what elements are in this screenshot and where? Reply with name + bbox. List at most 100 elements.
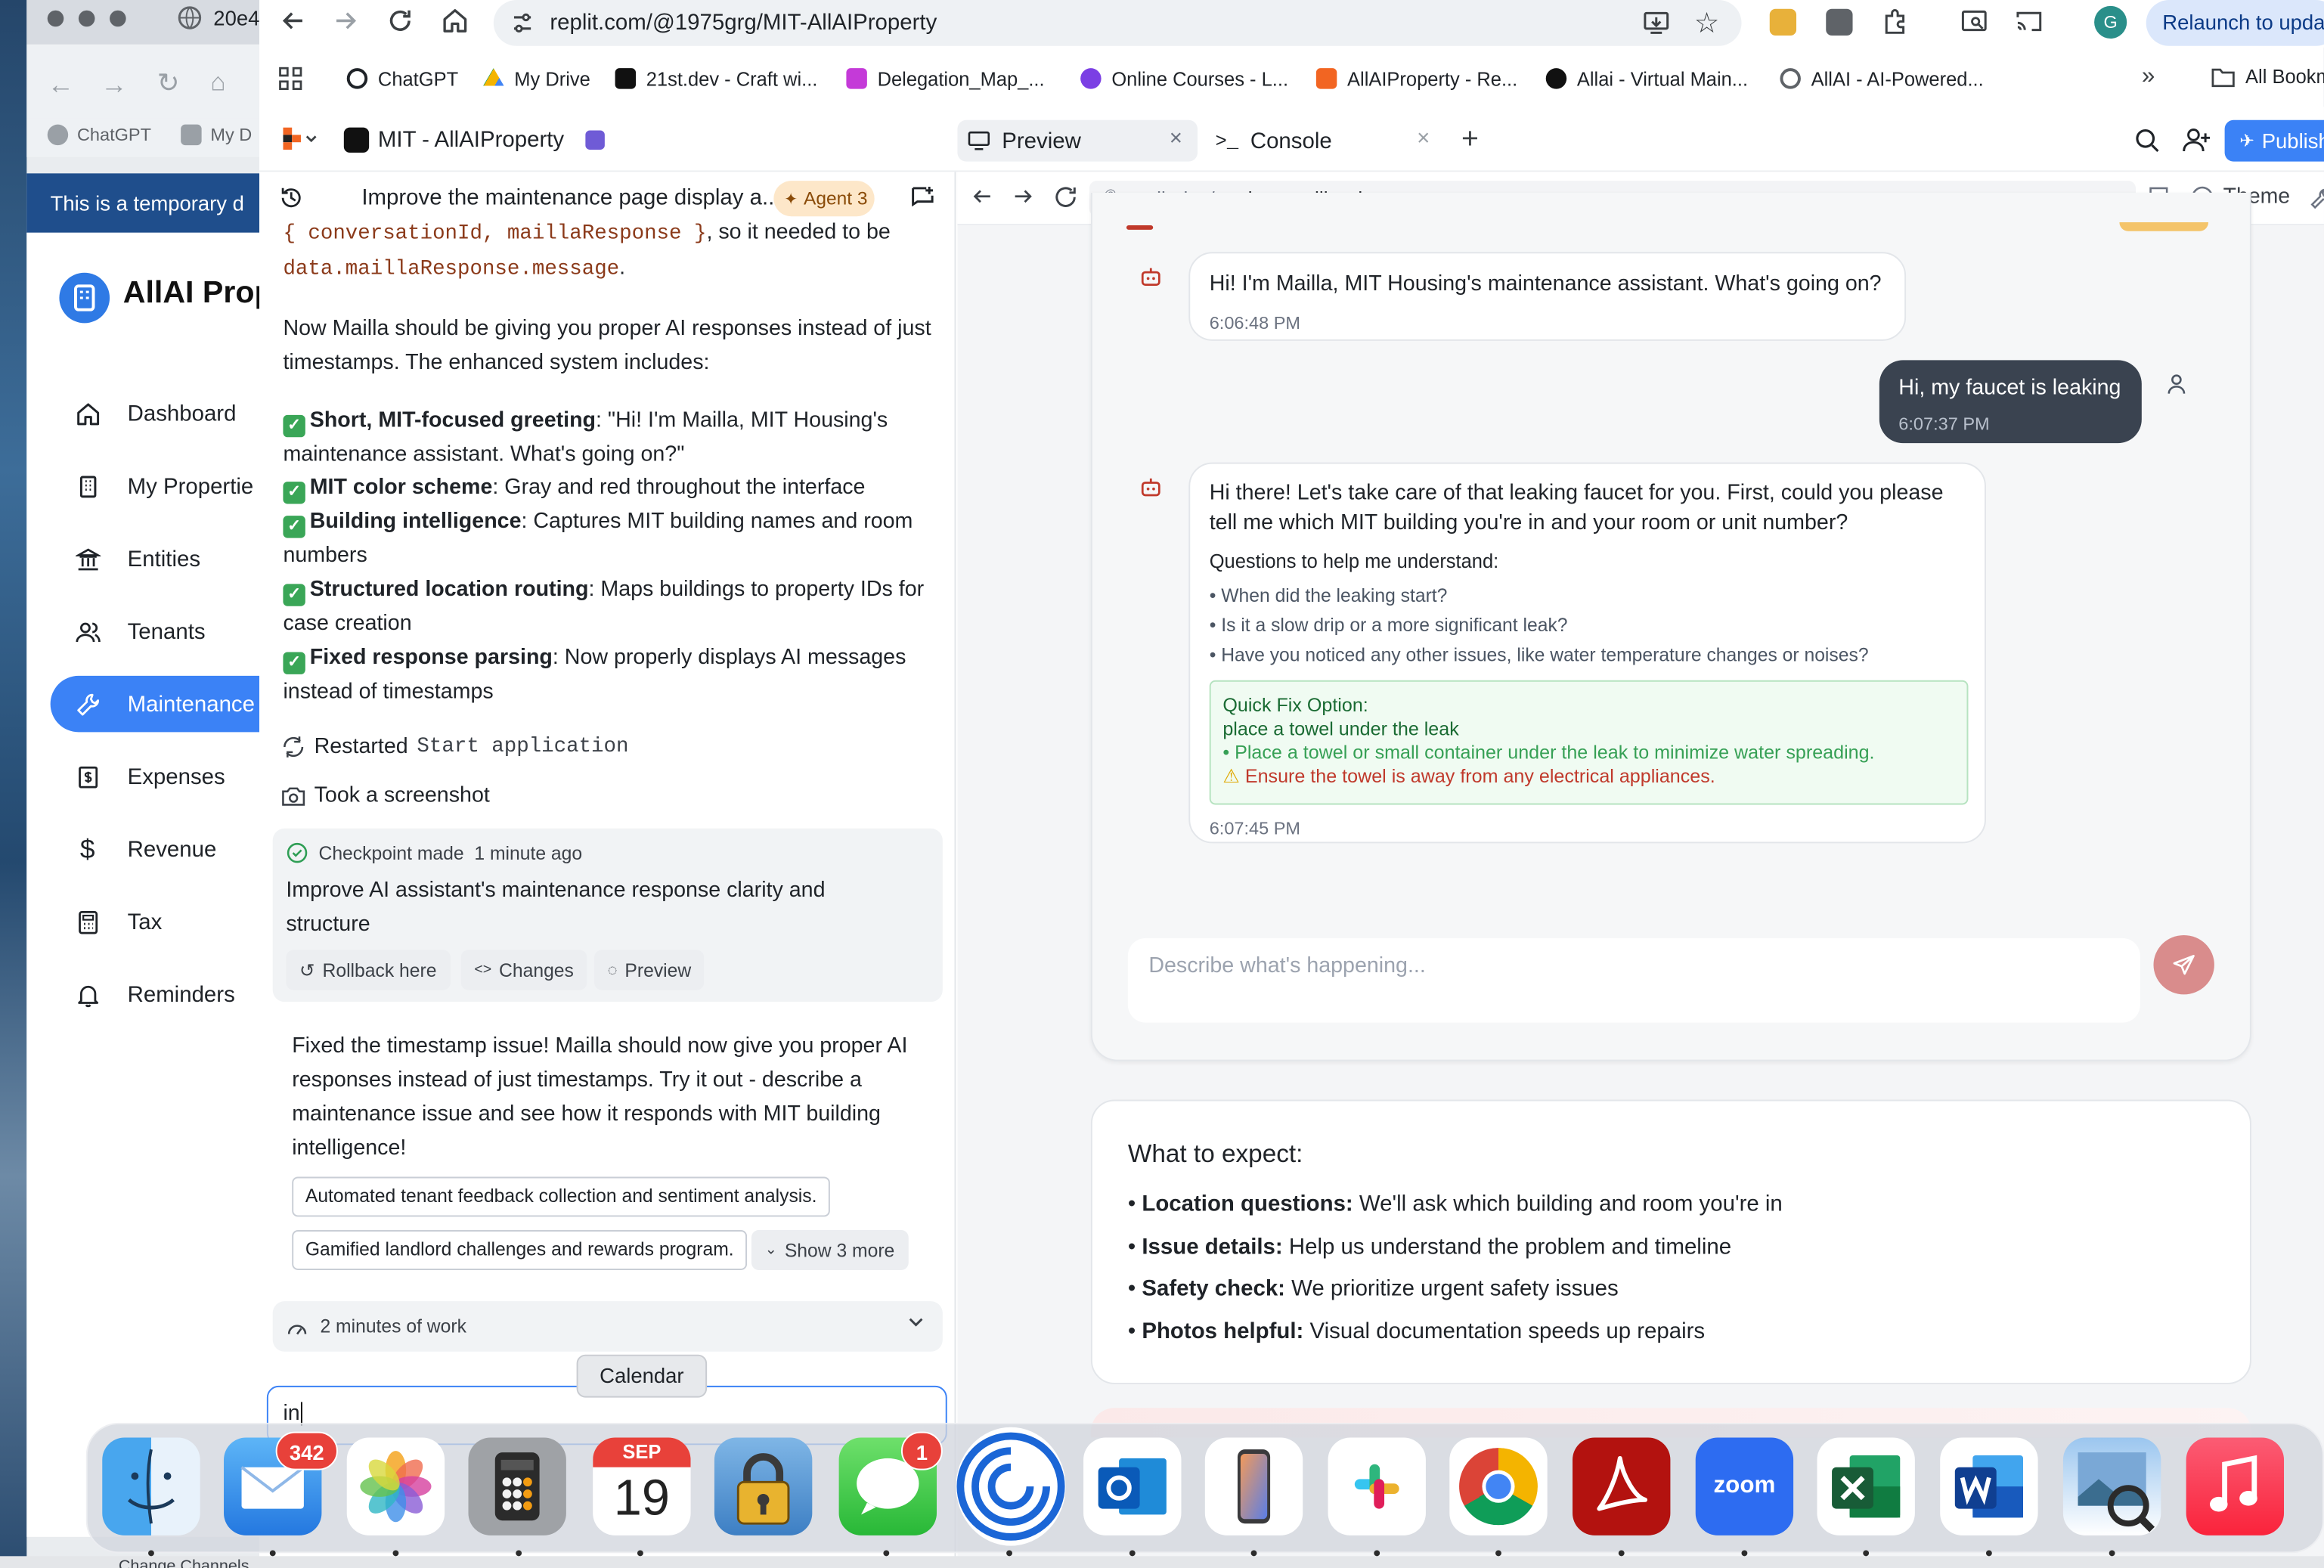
finder-icon[interactable] — [102, 1437, 200, 1535]
bg-bookmark-chatgpt[interactable]: ChatGPT — [47, 124, 151, 146]
bookmark-chatgpt[interactable]: ChatGPT — [346, 67, 458, 90]
warning-icon: ⚠ — [1222, 764, 1240, 787]
bg-home-icon[interactable]: ⌂ — [210, 68, 225, 98]
bookmark-online-courses[interactable]: Online Courses - L... — [1080, 67, 1288, 90]
chat-code-line-2: data.maillaResponse.message. — [283, 256, 626, 282]
changes-button[interactable]: <> Changes — [460, 950, 587, 990]
temporary-banner: This is a temporary d — [26, 173, 297, 233]
wrench-tool-icon[interactable] — [2309, 187, 2324, 210]
preview-back-icon[interactable] — [971, 185, 993, 207]
preview-button[interactable]: ◌ Preview — [594, 950, 705, 990]
thread-title[interactable]: Improve the maintenance page display a..… — [361, 185, 780, 210]
chat-code-line-1: { conversationId, maillaResponse }, so i… — [283, 221, 891, 246]
profile-avatar[interactable]: G — [2094, 5, 2127, 39]
bookmark-allai-virtual[interactable]: Allai - Virtual Main... — [1545, 67, 1748, 90]
keychain-icon[interactable] — [714, 1437, 813, 1535]
search-icon[interactable] — [2134, 128, 2161, 154]
close-tab-icon[interactable]: × — [1170, 126, 1182, 151]
replit-icon — [1315, 68, 1337, 89]
copilot-icon[interactable] — [956, 1427, 1066, 1546]
slack-icon[interactable] — [1328, 1437, 1426, 1535]
check-icon: ✓ — [283, 584, 305, 606]
relaunch-button[interactable]: Relaunch to upda — [2146, 0, 2324, 46]
bg-tab-label[interactable]: 20e4 — [213, 6, 259, 29]
running-dot — [1250, 1550, 1257, 1557]
replit-menu-icon[interactable] — [283, 127, 318, 151]
restarted-action[interactable]: Restarted Start application — [281, 735, 628, 759]
feature-item: ✓ Short, MIT-focused greeting: "Hi! I'm M… — [283, 409, 888, 467]
outlook-icon[interactable] — [1083, 1437, 1182, 1535]
extensions-puzzle-icon[interactable] — [1881, 8, 1909, 36]
new-chat-icon[interactable] — [910, 184, 937, 210]
bookmark-21st-dev[interactable]: 21st.dev - Craft wi... — [615, 67, 817, 90]
preview-reload-icon[interactable] — [1054, 185, 1077, 209]
show-more-button[interactable]: ⌄ Show 3 more — [751, 1230, 908, 1270]
work-summary[interactable]: 2 minutes of work — [272, 1301, 943, 1352]
install-app-icon[interactable] — [1642, 9, 1670, 37]
invite-user-icon[interactable] — [2182, 126, 2211, 154]
music-icon[interactable] — [2186, 1437, 2285, 1535]
acrobat-icon[interactable] — [1573, 1437, 1671, 1535]
new-tab-icon[interactable]: + — [1461, 123, 1479, 157]
send-button[interactable] — [2153, 934, 2214, 995]
zoom-icon[interactable]: zoom — [1695, 1437, 1794, 1535]
terminal-icon: >_ — [1215, 129, 1239, 152]
extension-icon-2[interactable] — [1826, 8, 1853, 36]
home-button-icon[interactable] — [442, 8, 468, 34]
excel-icon[interactable] — [1817, 1437, 1915, 1535]
describe-input[interactable]: Describe what's happening... — [1127, 937, 2140, 1023]
back-icon[interactable] — [280, 8, 307, 34]
chat-paragraph: Now Mailla should be giving you proper A… — [283, 317, 931, 375]
preview-forward-icon[interactable] — [1012, 185, 1034, 207]
iphone-mirroring-icon[interactable] — [1204, 1437, 1303, 1535]
bookmark-star-icon[interactable]: ☆ — [1694, 8, 1719, 42]
running-dot — [883, 1550, 890, 1557]
preview-icon[interactable] — [2062, 1437, 2161, 1535]
tab-console[interactable]: >_ Console × — [1213, 120, 1453, 162]
project-name[interactable]: MIT - AllAIProperty — [378, 128, 564, 153]
quick-fix-box: Quick Fix Option: place a towel under th… — [1209, 680, 1969, 805]
cast-icon[interactable] — [2014, 8, 2044, 36]
bg-bookmark-drive[interactable]: My D — [181, 124, 252, 146]
close-tab-icon[interactable]: × — [1417, 126, 1430, 151]
question-item: • Have you noticed any other issues, lik… — [1209, 644, 1869, 666]
running-dot — [1129, 1550, 1136, 1557]
bookmark-delegation-map[interactable]: Delegation_Map_... — [846, 67, 1045, 90]
site-info-icon[interactable] — [510, 11, 535, 36]
suggestion-chip[interactable]: Automated tenant feedback collection and… — [292, 1176, 831, 1217]
calendar-icon[interactable]: SEP 19 — [593, 1437, 691, 1535]
search-tab-icon[interactable] — [1960, 8, 1989, 36]
word-icon[interactable] — [1940, 1437, 2038, 1535]
home-icon — [74, 400, 101, 426]
all-bookmarks-button[interactable]: All Bookm — [2211, 65, 2324, 88]
app-title: AllAI Prop — [122, 275, 274, 310]
bookmark-allaiproperty[interactable]: AllAIProperty - Re... — [1315, 67, 1517, 90]
rollback-button[interactable]: ↺ Rollback here — [286, 950, 451, 990]
feature-item: ✓ Structured location routing: Maps build… — [283, 578, 925, 636]
bg-back-icon[interactable]: ← — [48, 70, 74, 101]
publish-button[interactable]: ✈ Publish — [2224, 119, 2324, 162]
suggestion-chip[interactable]: Gamified landlord challenges and rewards… — [292, 1230, 748, 1270]
history-icon[interactable] — [279, 185, 304, 210]
apps-grid-icon[interactable] — [279, 67, 302, 90]
forward-icon[interactable] — [332, 8, 358, 34]
photos-icon[interactable] — [346, 1437, 445, 1535]
address-bar[interactable]: replit.com/@1975grg/MIT-AllAIProperty ☆ — [493, 0, 1742, 46]
extension-icon-1[interactable] — [1769, 8, 1797, 36]
tab-preview[interactable]: Preview × — [957, 119, 1198, 162]
running-dot — [1741, 1550, 1748, 1557]
bookmark-my-drive[interactable]: My Drive — [483, 67, 590, 90]
chrome-icon[interactable] — [1449, 1437, 1548, 1535]
bg-forward-icon[interactable]: → — [101, 70, 127, 101]
bot-reply-message: Hi there! Let's take care of that leakin… — [1188, 462, 1986, 844]
more-bookmarks-icon[interactable]: » — [2142, 64, 2155, 90]
calculator-app-icon[interactable] — [468, 1437, 566, 1535]
screenshot-action[interactable]: Took a screenshot — [281, 784, 490, 807]
project-status-icon — [585, 130, 605, 150]
bg-reload-icon[interactable]: ↻ — [157, 68, 180, 99]
rollback-icon: ↺ — [299, 960, 315, 981]
receipt-icon — [74, 764, 101, 790]
bookmark-allai-ai-powered[interactable]: AllAI - AI-Powered... — [1780, 67, 1984, 90]
quick-fix-title: Quick Fix Option: — [1222, 693, 1368, 716]
reload-icon[interactable] — [387, 8, 414, 34]
